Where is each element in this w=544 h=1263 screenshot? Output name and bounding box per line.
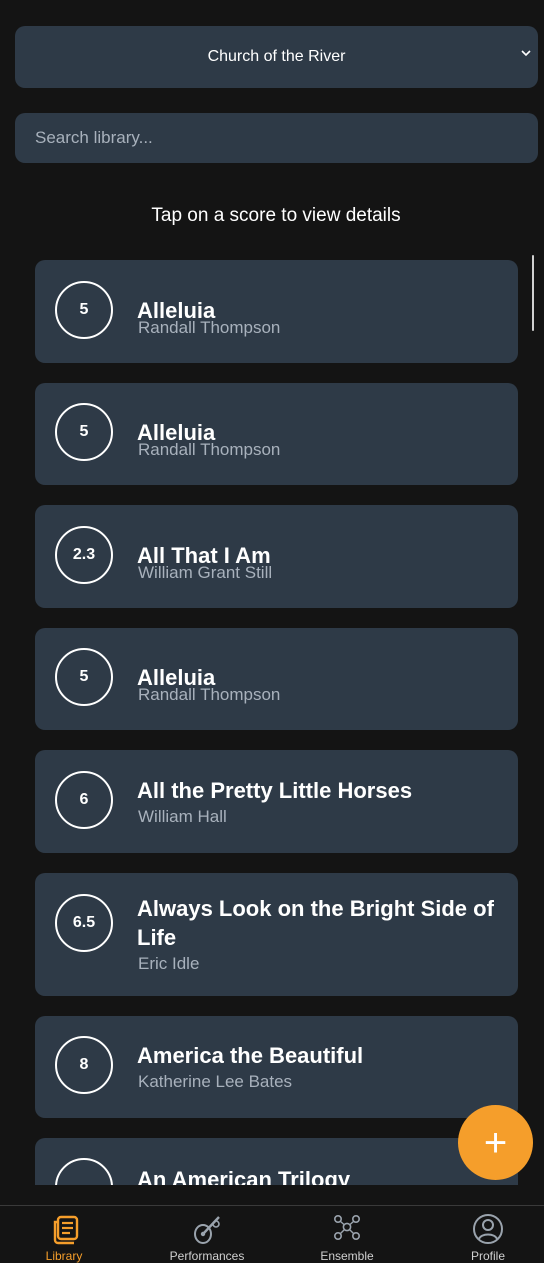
score-title: Always Look on the Bright Side of Life xyxy=(137,896,494,950)
score-composer: Randall Thompson xyxy=(138,685,281,704)
nav-label-profile: Profile xyxy=(470,1249,505,1263)
nav-item-performances[interactable]: Performances xyxy=(146,1206,266,1263)
list-scrollbar[interactable] xyxy=(532,255,534,331)
score-list[interactable]: 5 Alleluia Randall Thompson 5 Alleluia R… xyxy=(0,250,544,1185)
score-composer: William Hall xyxy=(138,807,227,826)
level-badge: 5 xyxy=(55,403,113,461)
score-card[interactable]: 6.5 Always Look on the Bright Side of Li… xyxy=(35,873,518,996)
nav-item-library[interactable]: Library xyxy=(5,1206,125,1263)
score-card[interactable]: 6 All the Pretty Little Horses William H… xyxy=(35,750,518,853)
score-card[interactable]: 5 Alleluia Randall Thompson xyxy=(35,383,518,485)
ensemble-icon xyxy=(334,1214,360,1240)
level-badge xyxy=(55,1158,113,1185)
level-badge: 6.5 xyxy=(55,894,113,952)
score-title: America the Beautiful xyxy=(137,1043,364,1068)
level-badge: 5 xyxy=(55,281,113,339)
add-score-button[interactable]: + xyxy=(458,1105,533,1180)
bottom-nav: Library Performances Ensemble Profile xyxy=(0,1205,544,1263)
score-card[interactable]: An American Trilogy xyxy=(35,1138,518,1185)
performances-icon xyxy=(194,1216,220,1244)
level-badge: 2.3 xyxy=(55,526,113,584)
search-input[interactable] xyxy=(15,113,538,163)
chevron-down-icon xyxy=(521,50,531,57)
nav-label-library: Library xyxy=(45,1249,83,1263)
score-composer: Eric Idle xyxy=(138,954,200,973)
level-badge: 5 xyxy=(55,648,113,706)
score-composer: William Grant Still xyxy=(138,563,273,582)
nav-label-ensemble: Ensemble xyxy=(320,1249,374,1263)
nav-item-profile[interactable]: Profile xyxy=(427,1206,544,1263)
score-composer: Randall Thompson xyxy=(138,318,281,337)
score-title: All the Pretty Little Horses xyxy=(137,778,413,803)
church-select[interactable]: Church of the River xyxy=(15,26,538,88)
profile-icon xyxy=(473,1214,503,1244)
score-composer: Katherine Lee Bates xyxy=(138,1072,293,1091)
level-badge: 8 xyxy=(55,1036,113,1094)
score-card[interactable]: 2.3 All That I Am William Grant Still xyxy=(35,505,518,608)
score-card[interactable]: 8 America the Beautiful Katherine Lee Ba… xyxy=(35,1016,518,1118)
nav-label-performances: Performances xyxy=(169,1249,245,1263)
library-icon xyxy=(53,1215,79,1245)
score-composer: Randall Thompson xyxy=(138,440,281,459)
nav-item-ensemble[interactable]: Ensemble xyxy=(286,1206,406,1263)
score-card[interactable]: 5 Alleluia Randall Thompson xyxy=(35,628,518,730)
hint-text: Tap on a score to view details xyxy=(151,205,401,226)
church-select-value: Church of the River xyxy=(207,48,346,65)
score-card[interactable]: 5 Alleluia Randall Thompson xyxy=(35,260,518,363)
score-title: An American Trilogy xyxy=(137,1167,351,1185)
level-badge: 6 xyxy=(55,771,113,829)
